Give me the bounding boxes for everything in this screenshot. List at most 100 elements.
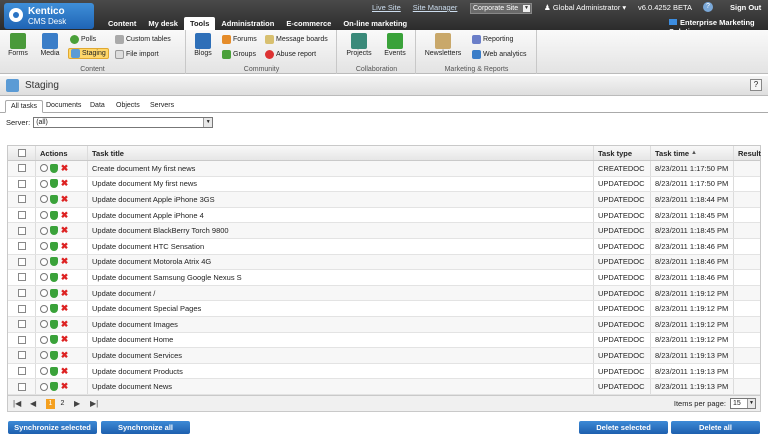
user-menu[interactable]: ♟ Global Administrator ▾ [544, 3, 626, 12]
view-icon[interactable] [40, 179, 48, 188]
kentico-logo[interactable]: Kentico CMS Desk [4, 3, 94, 29]
delete-icon[interactable]: ✖ [60, 304, 69, 313]
web-analytics-button[interactable]: Web analytics [472, 49, 526, 60]
tab-servers[interactable]: Servers [145, 100, 179, 113]
help-icon[interactable]: ? [703, 2, 713, 12]
row-checkbox[interactable] [17, 257, 26, 266]
row-checkbox[interactable] [17, 164, 26, 173]
view-icon[interactable] [40, 257, 48, 266]
select-all-checkbox[interactable] [17, 149, 26, 157]
view-icon[interactable] [40, 195, 48, 204]
row-checkbox[interactable] [17, 289, 26, 298]
delete-icon[interactable]: ✖ [60, 335, 69, 344]
header-task-type[interactable]: Task type [594, 146, 651, 160]
tab-my-desk[interactable]: My desk [142, 17, 184, 30]
delete-icon[interactable]: ✖ [60, 210, 69, 220]
message-boards-button[interactable]: Message boards [265, 34, 328, 45]
tab-content[interactable]: Content [102, 17, 142, 30]
row-checkbox[interactable] [17, 195, 26, 204]
delete-all-button[interactable]: Delete all [671, 421, 760, 434]
forms-button[interactable]: Forms [3, 33, 33, 57]
prev-page-icon[interactable]: ◀ [30, 399, 36, 408]
file-import-button[interactable]: File import [115, 49, 159, 60]
live-site-link[interactable]: Live Site [372, 3, 401, 12]
delete-icon[interactable]: ✖ [60, 257, 69, 266]
items-per-page-select[interactable]: 15 ▼ [730, 397, 756, 409]
blogs-button[interactable]: Blogs [188, 33, 218, 57]
delete-selected-button[interactable]: Delete selected [579, 421, 668, 434]
synchronize-icon[interactable] [50, 179, 58, 189]
synchronize-icon[interactable] [50, 335, 58, 345]
delete-icon[interactable]: ✖ [60, 179, 69, 188]
delete-icon[interactable]: ✖ [60, 350, 69, 360]
view-icon[interactable] [40, 164, 48, 173]
next-page-icon[interactable]: ▶ [74, 399, 80, 408]
last-page-icon[interactable]: ▶| [90, 399, 98, 408]
staging-button[interactable]: Staging [68, 48, 109, 59]
delete-icon[interactable]: ✖ [60, 194, 69, 204]
row-checkbox[interactable] [17, 367, 26, 376]
tab-data[interactable]: Data [85, 100, 110, 113]
projects-button[interactable]: Projects [344, 33, 374, 57]
delete-icon[interactable]: ✖ [60, 366, 69, 376]
tab-online-marketing[interactable]: On-line marketing [337, 17, 413, 30]
header-result[interactable]: Result [734, 146, 762, 160]
delete-icon[interactable]: ✖ [60, 319, 69, 329]
synchronize-icon[interactable] [50, 288, 58, 298]
view-icon[interactable] [40, 351, 48, 360]
sign-out-button[interactable]: Sign Out [730, 3, 761, 12]
server-select[interactable]: (all) ▼ [33, 117, 214, 128]
newsletters-button[interactable]: Newsletters [421, 33, 465, 57]
tab-administration[interactable]: Administration [215, 17, 280, 30]
groups-button[interactable]: Groups [222, 49, 256, 60]
custom-tables-button[interactable]: Custom tables [115, 34, 171, 45]
synchronize-icon[interactable] [50, 226, 58, 236]
synchronize-icon[interactable] [50, 382, 58, 392]
row-checkbox[interactable] [17, 351, 26, 360]
synchronize-icon[interactable] [50, 257, 58, 267]
view-icon[interactable] [40, 211, 48, 220]
view-icon[interactable] [40, 320, 48, 329]
tab-objects[interactable]: Objects [111, 100, 145, 113]
abuse-report-button[interactable]: Abuse report [265, 49, 316, 60]
view-icon[interactable] [40, 226, 48, 235]
tab-e-commerce[interactable]: E-commerce [280, 17, 337, 30]
view-icon[interactable] [40, 304, 48, 313]
synchronize-icon[interactable] [50, 163, 58, 173]
help-button[interactable]: ? [750, 79, 762, 91]
events-button[interactable]: Events [380, 33, 410, 57]
polls-button[interactable]: Polls [70, 34, 96, 45]
row-checkbox[interactable] [17, 304, 26, 313]
forums-button[interactable]: Forums [222, 34, 257, 45]
view-icon[interactable] [40, 335, 48, 344]
synchronize-icon[interactable] [50, 272, 58, 282]
page-2[interactable]: 2 [58, 399, 67, 409]
row-checkbox[interactable] [17, 211, 26, 220]
synchronize-icon[interactable] [50, 350, 58, 360]
row-checkbox[interactable] [17, 226, 26, 235]
row-checkbox[interactable] [17, 382, 26, 391]
view-icon[interactable] [40, 367, 48, 376]
row-checkbox[interactable] [17, 273, 26, 282]
synchronize-icon[interactable] [50, 304, 58, 314]
row-checkbox[interactable] [17, 335, 26, 344]
synchronize-icon[interactable] [50, 366, 58, 376]
media-button[interactable]: Media [35, 33, 65, 57]
synchronize-all-button[interactable]: Synchronize all [101, 421, 190, 434]
synchronize-icon[interactable] [50, 210, 58, 220]
synchronize-icon[interactable] [50, 241, 58, 251]
page-1[interactable]: 1 [46, 398, 55, 409]
row-checkbox[interactable] [17, 179, 26, 188]
row-checkbox[interactable] [17, 242, 26, 251]
view-icon[interactable] [40, 382, 48, 391]
delete-icon[interactable]: ✖ [60, 382, 69, 391]
tab-all-tasks[interactable]: All tasks [5, 100, 44, 113]
delete-icon[interactable]: ✖ [60, 163, 69, 173]
synchronize-icon[interactable] [50, 319, 58, 329]
delete-icon[interactable]: ✖ [60, 226, 69, 235]
site-manager-link[interactable]: Site Manager [413, 3, 458, 12]
synchronize-icon[interactable] [50, 194, 58, 204]
delete-icon[interactable]: ✖ [60, 272, 69, 282]
header-task-time[interactable]: Task time ▲ [651, 146, 734, 160]
synchronize-selected-button[interactable]: Synchronize selected [8, 421, 97, 434]
